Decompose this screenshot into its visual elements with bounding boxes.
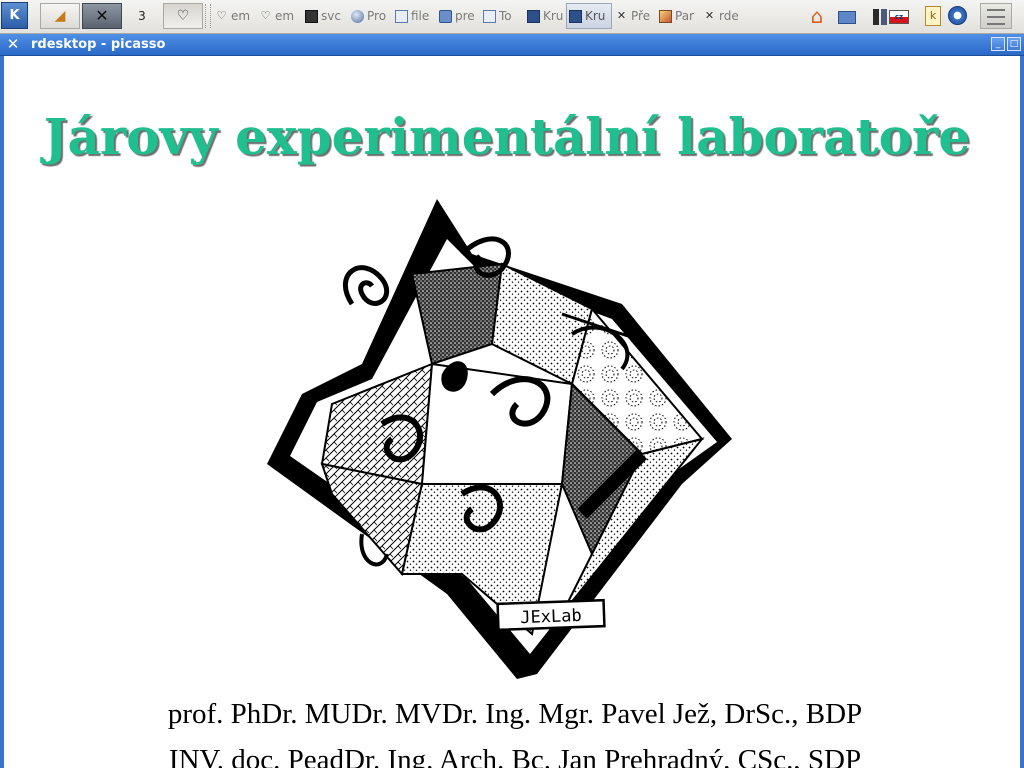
logo-label: JExLab: [519, 605, 583, 629]
image-icon: [395, 9, 408, 23]
kde-panel: K ◢ ✕ 3 ♡ ♡ em ♡ em svc Pro file pre To Kr…: [0, 0, 1024, 34]
image-icon: [483, 9, 496, 23]
task-em-1[interactable]: ♡ em: [212, 3, 256, 29]
task-label: em: [231, 9, 251, 23]
task-kru-2[interactable]: Kru: [566, 3, 612, 29]
task-pre-x[interactable]: ✕ Pře: [612, 3, 656, 29]
system-tray: cz: [873, 3, 923, 30]
folder-icon: [439, 9, 452, 23]
task-label: rde: [719, 9, 739, 23]
paint-icon: [659, 9, 672, 23]
task-pre[interactable]: pre: [436, 3, 480, 29]
x-icon[interactable]: ✕: [5, 35, 21, 53]
minimize-button[interactable]: _: [991, 37, 1005, 51]
window-list-button[interactable]: ♡: [163, 3, 203, 29]
task-svc[interactable]: svc: [302, 3, 348, 29]
task-rde[interactable]: ✕ rde: [700, 3, 746, 29]
taskbar: ♡ em ♡ em svc Pro file pre To Kru Kru ✕ Pře…: [212, 3, 746, 30]
task-label: Pro: [367, 9, 387, 23]
x-icon: ✕: [704, 8, 715, 22]
author-line-1: prof. PhDr. MUDr. MVDr. Ing. Mgr. Pavel …: [167, 698, 863, 730]
task-label: To: [499, 9, 512, 23]
network-icon[interactable]: [881, 8, 887, 25]
task-label: Par: [675, 9, 694, 23]
task-to[interactable]: To: [480, 3, 524, 29]
remote-desktop-view[interactable]: Járovy experimentální laboratoře JExLab …: [0, 56, 1024, 768]
show-desktop-button[interactable]: ◢: [40, 3, 80, 29]
heart-icon: ♡: [176, 8, 190, 24]
maximize-button[interactable]: □: [1007, 37, 1021, 51]
globe-icon: [351, 9, 364, 23]
clock-applet[interactable]: [980, 3, 1012, 29]
task-label: file: [411, 9, 430, 23]
page-title: Járovy experimentální laboratoře: [43, 107, 971, 166]
task-pro[interactable]: Pro: [348, 3, 392, 29]
task-kru-1[interactable]: Kru: [524, 3, 566, 29]
book-icon: [527, 9, 540, 23]
kde-logo-icon: K: [9, 8, 20, 23]
window-titlebar[interactable]: ✕ rdesktop - picasso _ □: [0, 34, 1024, 56]
x-icon: ✕: [95, 6, 109, 25]
task-file[interactable]: file: [392, 3, 436, 29]
terminal-icon: [305, 9, 318, 23]
author-line-2: INV. doc. PeadDr. Ing. Arch. Bc. Jan Pre…: [168, 744, 862, 768]
kmenu-button[interactable]: K: [1, 2, 28, 29]
battery-icon[interactable]: [873, 8, 879, 25]
rdesktop-launcher-button[interactable]: ✕: [82, 3, 122, 29]
desktop-icon: ◢: [54, 8, 66, 24]
window-border-left[interactable]: [0, 56, 4, 768]
task-par[interactable]: Par: [656, 3, 700, 29]
window-border-right[interactable]: [1020, 56, 1024, 768]
task-label: em: [275, 9, 295, 23]
task-label: svc: [321, 9, 341, 23]
pager-label: 3: [138, 9, 146, 23]
power-icon[interactable]: [946, 3, 968, 30]
heart-icon: ♡: [260, 8, 271, 22]
panel-handle[interactable]: [205, 4, 211, 28]
heart-icon: ♡: [216, 8, 227, 22]
task-label: Kru: [585, 9, 606, 23]
book-icon: [569, 9, 582, 23]
home-icon[interactable]: ⌂: [806, 3, 828, 30]
task-label: Kru: [543, 9, 564, 23]
window-title: rdesktop - picasso: [31, 37, 166, 52]
klipper-icon[interactable]: k: [925, 6, 941, 26]
mail-icon[interactable]: [836, 3, 858, 30]
task-label: pre: [455, 9, 475, 23]
pager-desktop-3[interactable]: 3: [124, 3, 160, 29]
keyboard-layout-flag[interactable]: cz: [889, 9, 909, 24]
x-icon: ✕: [616, 8, 627, 22]
task-label: Pře: [631, 9, 651, 23]
task-em-2[interactable]: ♡ em: [256, 3, 302, 29]
